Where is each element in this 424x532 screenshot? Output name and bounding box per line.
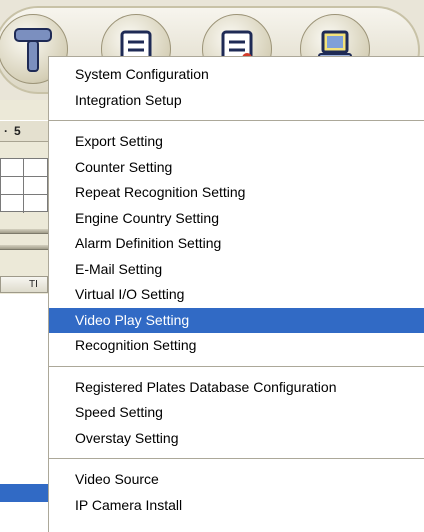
- menu-item-integration-setup[interactable]: Integration Setup: [49, 88, 424, 114]
- menu-item-email-setting[interactable]: E-Mail Setting: [49, 257, 424, 283]
- menu-item-video-play-setting[interactable]: Video Play Setting: [49, 307, 424, 333]
- menu-item-registered-plates-db-config[interactable]: Registered Plates Database Configuration: [49, 375, 424, 401]
- tab-strip: · 5: [0, 120, 48, 142]
- menu-item-speed-setting[interactable]: Speed Setting: [49, 400, 424, 426]
- menu-item-overstay-setting[interactable]: Overstay Setting: [49, 426, 424, 452]
- menu-item-repeat-recognition-setting[interactable]: Repeat Recognition Setting: [49, 180, 424, 206]
- menu-item-engine-country-setting[interactable]: Engine Country Setting: [49, 206, 424, 232]
- divider-bar: [0, 245, 48, 250]
- menu-separator: [49, 120, 424, 121]
- grid-view: [0, 158, 49, 213]
- column-header[interactable]: TI: [0, 276, 48, 293]
- menu-item-export-setting[interactable]: Export Setting: [49, 129, 424, 155]
- menu-item-video-source[interactable]: Video Source: [49, 467, 424, 493]
- menu-item-alarm-definition-setting[interactable]: Alarm Definition Setting: [49, 231, 424, 257]
- menu-item-virtual-io-setting[interactable]: Virtual I/O Setting: [49, 282, 424, 308]
- menu-separator: [49, 365, 424, 367]
- tab-5[interactable]: 5: [14, 124, 21, 138]
- menu-separator: [49, 458, 424, 459]
- menu-item-recognition-setting[interactable]: Recognition Setting: [49, 333, 424, 359]
- context-menu: System Configuration Integration Setup E…: [48, 56, 424, 532]
- divider-bar: [0, 229, 48, 234]
- menu-item-ip-camera-install[interactable]: IP Camera Install: [49, 493, 424, 519]
- tab-dot: ·: [4, 124, 8, 138]
- menu-item-counter-setting[interactable]: Counter Setting: [49, 155, 424, 181]
- selected-list-row[interactable]: [0, 484, 48, 502]
- menu-item-system-configuration[interactable]: System Configuration: [49, 62, 424, 88]
